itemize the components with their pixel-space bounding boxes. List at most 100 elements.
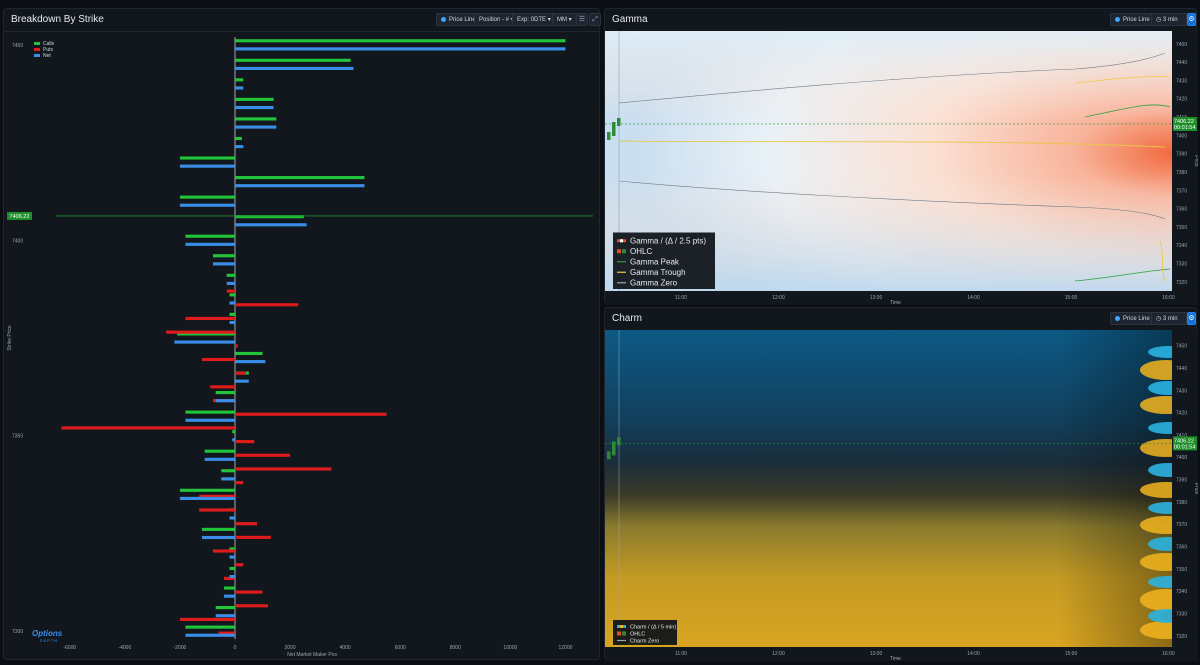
x-tick-label: 13:00 (870, 295, 883, 301)
bar-calls (235, 97, 274, 101)
bar-puts (199, 508, 235, 512)
bar-calls (221, 469, 235, 473)
gamma-price-line-toggle[interactable]: Price Line (1110, 13, 1155, 26)
time-tag-label: 00:01:54 (1174, 444, 1195, 450)
breakdown-title: Breakdown By Strike (11, 14, 104, 25)
y-tick-label: 7400 (1176, 455, 1187, 461)
bar-net (235, 86, 244, 90)
charm-title: Charm (612, 313, 643, 324)
bar-calls (235, 58, 351, 62)
legend-label: Gamma Peak (630, 258, 680, 267)
y-axis-label: Price (1193, 155, 1198, 167)
bar-net (229, 301, 235, 305)
bar-puts (235, 563, 244, 567)
legend-swatch-ohlc-up (622, 631, 626, 636)
y-axis-label: Strike Price (7, 325, 13, 351)
bar-calls (235, 351, 263, 356)
y-tick-label: 7340 (1176, 589, 1187, 595)
charm-settings-icon[interactable]: ⚙ (1187, 312, 1196, 325)
x-axis-label: Net Market Maker Pos (287, 652, 337, 658)
bar-puts (235, 522, 258, 526)
gamma-interval-dropdown[interactable]: ◷ 3 min (1151, 13, 1187, 26)
bar-puts (185, 316, 235, 321)
legend-swatch-ohlc-down (617, 249, 621, 254)
ohlc-candle (617, 437, 621, 446)
bar-net (185, 633, 235, 637)
bar-net (215, 399, 235, 403)
charm-price-line-toggle[interactable]: Price Line (1110, 312, 1155, 325)
bar-net (232, 438, 235, 442)
x-tick-label: 10000 (503, 645, 517, 651)
y-tick-label: 7450 (12, 43, 23, 49)
legend-label: Charm Zero (630, 638, 659, 644)
bar-net (229, 555, 235, 559)
bar-puts (61, 426, 235, 430)
list-view-icon[interactable]: ☰ (576, 13, 588, 26)
bar-net (235, 379, 249, 383)
y-tick-label: 7300 (12, 629, 23, 635)
ohlc-candle (617, 117, 621, 126)
y-tick-label: 7390 (1176, 478, 1187, 484)
x-tick-label: 12000 (559, 645, 573, 651)
gamma-panel: Gamma Price Line ◷ 3 min ⚙ 7450 7440 7430 7… (604, 8, 1198, 305)
bar-calls (229, 312, 235, 316)
legend-label: OHLC (630, 247, 652, 256)
bar-puts (235, 535, 271, 539)
bar-puts (235, 440, 255, 444)
y-tick-label: 7350 (1176, 225, 1187, 231)
legend-swatch (34, 48, 40, 51)
breakdown-panel: Breakdown By Strike Price Line Position … (3, 8, 601, 660)
y-tick-label: 7340 (1176, 243, 1187, 249)
chevron-down-icon: ▾ (547, 17, 551, 23)
bar-net (235, 360, 266, 364)
bar-puts (212, 549, 235, 553)
x-tick-label: 14:00 (967, 651, 980, 657)
x-tick-label: 4000 (340, 645, 351, 651)
bar-calls (179, 488, 235, 492)
x-tick-label: 11:00 (675, 651, 687, 657)
ohlc-candle (612, 441, 616, 456)
bar-calls (232, 430, 235, 434)
bar-net (204, 457, 235, 461)
x-tick-label: 0 (234, 645, 237, 651)
y-tick-label: 7330 (1176, 612, 1187, 618)
bar-net (179, 164, 235, 168)
gamma-settings-icon[interactable]: ⚙ (1187, 13, 1196, 26)
legend-swatch-ohlc-down (617, 631, 621, 636)
bar-net (179, 203, 235, 207)
legend-label: Charm / (Δ / 5 min) (630, 624, 676, 630)
y-tick-label: 7430 (1176, 388, 1187, 394)
y-tick-label: 7440 (1176, 366, 1187, 372)
x-tick-label: 15:00 (1065, 295, 1078, 301)
legend-swatch-gradient-mid (620, 625, 623, 628)
legend-label: Net (43, 53, 51, 59)
bar-calls (185, 234, 235, 238)
bar-net (235, 47, 566, 51)
charm-heatmap-edge (605, 330, 1172, 647)
bar-puts (235, 481, 244, 485)
bar-net (185, 418, 235, 422)
bar-puts (226, 289, 235, 293)
x-tick-label: -4000 (118, 645, 131, 651)
y-tick-label: 7350 (1176, 567, 1187, 573)
bar-calls (212, 254, 235, 258)
bar-net (235, 184, 365, 188)
bar-puts (235, 604, 269, 608)
charm-panel: Charm Price Line ◷ 3 min ⚙ 7450 7440 7430 7… (604, 307, 1198, 661)
expand-icon[interactable]: ⤢ (589, 13, 601, 26)
y-tick-label: 7450 (1176, 42, 1187, 48)
charm-interval-dropdown[interactable]: ◷ 3 min (1151, 312, 1187, 325)
y-axis-label: Price (1193, 483, 1198, 495)
bar-calls (215, 606, 235, 610)
expiry-dropdown[interactable]: Exp: 0DTE ▾ (512, 13, 556, 26)
x-tick-label: 12:00 (772, 651, 785, 657)
bar-calls (235, 136, 242, 141)
time-tag-label: 00:01:54 (1174, 125, 1195, 131)
x-tick-label: 12:00 (772, 295, 785, 301)
x-tick-label: 6000 (395, 645, 406, 651)
bar-puts (179, 617, 235, 622)
mm-dropdown[interactable]: MM ▾ (552, 13, 577, 26)
bar-net (235, 105, 274, 110)
bar-calls (235, 176, 365, 180)
y-tick-label: 7420 (1176, 97, 1187, 103)
